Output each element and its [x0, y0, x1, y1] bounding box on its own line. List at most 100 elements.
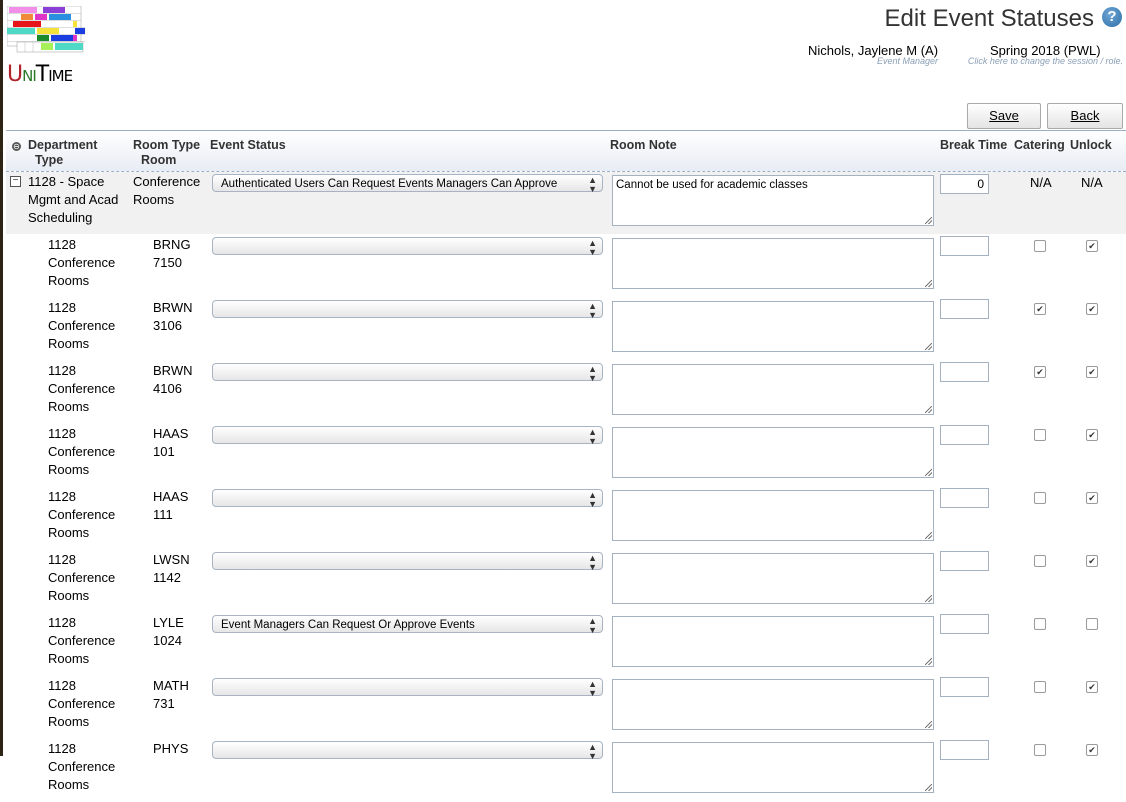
- select-arrows-icon: ▲ ▼: [588, 679, 597, 698]
- break-time-input[interactable]: [940, 425, 989, 445]
- department-name-line1: 1128 - Space: [28, 174, 105, 189]
- room-number: 7150: [153, 255, 182, 270]
- resize-grip-icon[interactable]: [925, 595, 932, 602]
- event-status-select[interactable]: ▲ ▼: [212, 741, 603, 761]
- event-status-select[interactable]: ▲ ▼: [212, 237, 603, 257]
- break-time-input[interactable]: [940, 740, 989, 760]
- room-type-line1: Conference: [48, 444, 116, 459]
- break-time-input[interactable]: [940, 362, 989, 382]
- left-border: [0, 0, 3, 756]
- break-time-input[interactable]: 0: [940, 174, 989, 194]
- room-type-line2: Rooms: [48, 462, 90, 477]
- select-arrows-icon: ▲ ▼: [588, 301, 597, 320]
- unlock-na: N/A: [1081, 175, 1103, 190]
- room-type-line2: Rooms: [48, 399, 90, 414]
- unlock-checkbox[interactable]: [1086, 618, 1098, 630]
- resize-grip-icon[interactable]: [925, 658, 932, 665]
- unlock-checkbox[interactable]: ✔: [1086, 744, 1098, 756]
- header-room: Room: [141, 153, 177, 167]
- room-type-line1: Conference: [48, 633, 116, 648]
- room-department: 1128: [48, 300, 76, 315]
- resize-grip-icon[interactable]: [925, 532, 932, 539]
- room-note-textarea[interactable]: [612, 301, 934, 352]
- user-role: Event Manager: [876, 56, 938, 66]
- room-type-line1: Conference: [48, 507, 116, 522]
- resize-grip-icon[interactable]: [925, 406, 932, 413]
- select-arrows-icon: ▲ ▼: [588, 616, 597, 635]
- collapse-icon[interactable]: −: [10, 176, 21, 187]
- event-status-select[interactable]: ▲ ▼: [212, 363, 603, 383]
- header-event-status: Event Status: [210, 138, 286, 152]
- room-type-line2: Rooms: [48, 525, 90, 540]
- unlock-checkbox[interactable]: ✔: [1086, 429, 1098, 441]
- catering-checkbox[interactable]: [1034, 492, 1046, 504]
- room-type-line2: Rooms: [48, 777, 90, 792]
- room-note-textarea[interactable]: Cannot be used for academic classes: [612, 175, 934, 226]
- room-department: 1128: [48, 237, 76, 252]
- catering-checkbox[interactable]: [1034, 240, 1046, 252]
- room-number: 1142: [153, 570, 181, 585]
- back-button[interactable]: Back: [1047, 103, 1123, 129]
- room-type-line2: Rooms: [48, 336, 90, 351]
- resize-grip-icon[interactable]: [925, 721, 932, 728]
- room-note-textarea[interactable]: [612, 616, 934, 667]
- unitime-logo[interactable]: UNITIME: [7, 6, 87, 87]
- event-status-select[interactable]: ▲ ▼: [212, 678, 603, 698]
- event-status-select[interactable]: ▲ ▼: [212, 489, 603, 509]
- break-time-input[interactable]: [940, 488, 989, 508]
- catering-checkbox[interactable]: [1034, 429, 1046, 441]
- break-time-input[interactable]: [940, 551, 989, 571]
- help-icon[interactable]: ?: [1102, 7, 1122, 27]
- event-status-select[interactable]: Event Managers Can Request Or Approve Ev…: [212, 615, 603, 635]
- resize-grip-icon[interactable]: [925, 217, 932, 224]
- resize-grip-icon[interactable]: [925, 469, 932, 476]
- catering-checkbox[interactable]: [1034, 555, 1046, 567]
- room-note-textarea[interactable]: [612, 742, 934, 793]
- catering-checkbox[interactable]: ✔: [1034, 303, 1046, 315]
- room-note-textarea[interactable]: [612, 364, 934, 415]
- resize-grip-icon[interactable]: [925, 280, 932, 287]
- room-number: 4106: [153, 381, 182, 396]
- select-arrows-icon: ▲ ▼: [588, 742, 597, 761]
- room-note-textarea[interactable]: [612, 553, 934, 604]
- resize-grip-icon[interactable]: [925, 343, 932, 350]
- room-type-line1: Conference: [48, 318, 116, 333]
- header-room-type: Room Type: [133, 138, 201, 152]
- unlock-checkbox[interactable]: ✔: [1086, 366, 1098, 378]
- event-status-select[interactable]: ▲ ▼: [212, 552, 603, 572]
- session-hint[interactable]: Click here to change the session / role.: [940, 56, 1123, 66]
- resize-grip-icon[interactable]: [925, 784, 932, 791]
- collapse-all-icon[interactable]: ⊖: [12, 142, 21, 151]
- event-status-select[interactable]: Authenticated Users Can Request Events M…: [212, 174, 603, 194]
- break-time-input[interactable]: [940, 236, 989, 256]
- select-arrows-icon: ▲ ▼: [588, 490, 597, 509]
- select-arrows-icon: ▲ ▼: [588, 364, 597, 383]
- room-type-line2: Rooms: [48, 714, 90, 729]
- unlock-checkbox[interactable]: ✔: [1086, 240, 1098, 252]
- catering-checkbox[interactable]: [1034, 618, 1046, 630]
- catering-checkbox[interactable]: [1034, 744, 1046, 756]
- break-time-input[interactable]: [940, 614, 989, 634]
- room-note-textarea[interactable]: [612, 238, 934, 289]
- select-arrows-icon: ▲ ▼: [588, 175, 597, 194]
- save-button[interactable]: Save: [967, 103, 1041, 129]
- unlock-checkbox[interactable]: ✔: [1086, 555, 1098, 567]
- room-type-line2: Rooms: [48, 273, 90, 288]
- break-time-input[interactable]: [940, 299, 989, 319]
- event-status-select[interactable]: ▲ ▼: [212, 300, 603, 320]
- break-time-input[interactable]: [940, 677, 989, 697]
- catering-checkbox[interactable]: ✔: [1034, 366, 1046, 378]
- unlock-checkbox[interactable]: ✔: [1086, 492, 1098, 504]
- catering-checkbox[interactable]: [1034, 681, 1046, 693]
- room-building: LYLE: [153, 615, 184, 630]
- event-status-select[interactable]: ▲ ▼: [212, 426, 603, 446]
- room-note-textarea[interactable]: [612, 427, 934, 478]
- room-note-textarea[interactable]: [612, 679, 934, 730]
- room-note-textarea[interactable]: [612, 490, 934, 541]
- room-type-line1: Conference: [48, 570, 116, 585]
- unlock-checkbox[interactable]: ✔: [1086, 681, 1098, 693]
- unlock-checkbox[interactable]: ✔: [1086, 303, 1098, 315]
- room-department: 1128: [48, 741, 76, 756]
- room-department: 1128: [48, 426, 76, 441]
- catering-na: N/A: [1030, 175, 1052, 190]
